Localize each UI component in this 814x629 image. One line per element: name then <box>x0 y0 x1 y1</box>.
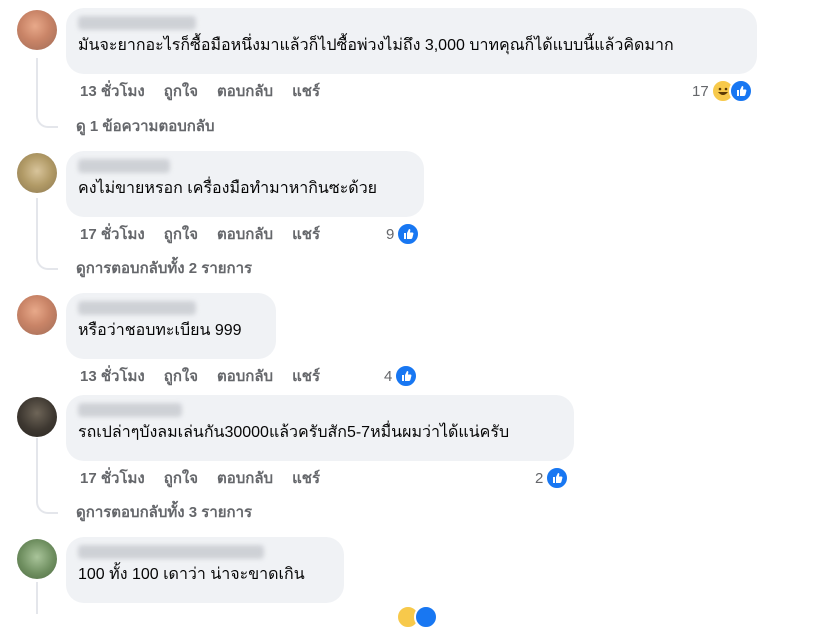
comment-actions: 13 ชั่วโมง ถูกใจ ตอบกลับ แชร์ <box>80 82 320 102</box>
share-button[interactable]: แชร์ <box>292 469 320 489</box>
share-button[interactable]: แชร์ <box>292 367 320 387</box>
reaction-summary[interactable] <box>396 605 438 629</box>
comment-bubble: 100 ทั้ง 100 เดาว่า น่าจะขาดเกิน <box>66 537 344 603</box>
comment-text: หรือว่าชอบทะเบียน 999 <box>78 322 242 339</box>
avatar[interactable] <box>17 397 57 437</box>
like-button[interactable]: ถูกใจ <box>164 225 198 245</box>
like-button[interactable]: ถูกใจ <box>164 82 198 102</box>
reply-button[interactable]: ตอบกลับ <box>217 225 273 245</box>
comment-actions: 17 ชั่วโมง ถูกใจ ตอบกลับ แชร์ <box>80 469 320 489</box>
thread-line <box>36 438 38 498</box>
comment-author-name[interactable] <box>78 403 182 417</box>
reply-button[interactable]: ตอบกลับ <box>217 469 273 489</box>
reaction-count: 4 <box>384 367 393 385</box>
reply-button[interactable]: ตอบกลับ <box>217 82 273 102</box>
comment-author-name[interactable] <box>78 545 264 559</box>
comment-actions: 13 ชั่วโมง ถูกใจ ตอบกลับ แชร์ <box>80 367 320 387</box>
avatar[interactable] <box>17 10 57 50</box>
like-icon <box>396 222 421 246</box>
comment-author-name[interactable] <box>78 16 196 30</box>
thread-line <box>36 198 38 254</box>
view-replies-link[interactable]: ดู 1 ข้อความตอบกลับ <box>76 117 215 137</box>
like-icon <box>394 364 419 388</box>
reaction-count: 2 <box>535 469 544 487</box>
share-button[interactable]: แชร์ <box>292 225 320 245</box>
comment-text: คงไม่ขายหรอก เครื่องมือทำมาหากินซะด้วย <box>78 180 378 197</box>
avatar[interactable] <box>17 153 57 193</box>
comment-text: มันจะยากอะไรก็ซื้อมือหนึ่งมาแล้วก็ไปซื้อ… <box>78 37 674 54</box>
comment-time[interactable]: 13 ชั่วโมง <box>80 82 145 102</box>
comment-actions: 17 ชั่วโมง ถูกใจ ตอบกลับ แชร์ <box>80 225 320 245</box>
reaction-count: 17 <box>692 82 709 100</box>
comment-time[interactable]: 17 ชั่วโมง <box>80 225 145 245</box>
comment-bubble: มันจะยากอะไรก็ซื้อมือหนึ่งมาแล้วก็ไปซื้อ… <box>66 8 757 74</box>
reaction-summary[interactable]: 2 <box>535 466 570 490</box>
thread-elbow <box>36 112 58 128</box>
reaction-count: 9 <box>386 225 395 243</box>
comment-text: รถเปล่าๆบังลมเล่นกัน30000แล้วครับสัก5-7ห… <box>78 424 510 441</box>
comment-text: 100 ทั้ง 100 เดาว่า น่าจะขาดเกิน <box>78 566 305 583</box>
comment-time[interactable]: 17 ชั่วโมง <box>80 469 145 489</box>
comment-time[interactable]: 13 ชั่วโมง <box>80 367 145 387</box>
reaction-summary[interactable]: 4 <box>384 364 419 388</box>
comment-bubble: คงไม่ขายหรอก เครื่องมือทำมาหากินซะด้วย <box>66 151 424 217</box>
avatar[interactable] <box>17 295 57 335</box>
like-button[interactable]: ถูกใจ <box>164 367 198 387</box>
share-button[interactable]: แชร์ <box>292 82 320 102</box>
view-replies-link[interactable]: ดูการตอบกลับทั้ง 2 รายการ <box>76 259 252 279</box>
like-icon <box>414 605 438 629</box>
like-icon <box>545 466 570 490</box>
thread-line <box>36 582 38 614</box>
thread-elbow <box>36 498 58 514</box>
thread-elbow <box>36 254 58 270</box>
comment-author-name[interactable] <box>78 301 196 315</box>
comment-bubble: รถเปล่าๆบังลมเล่นกัน30000แล้วครับสัก5-7ห… <box>66 395 574 461</box>
like-icon <box>728 79 753 103</box>
reply-button[interactable]: ตอบกลับ <box>217 367 273 387</box>
reaction-summary[interactable]: 9 <box>386 222 421 246</box>
thread-line <box>36 58 38 112</box>
view-replies-link[interactable]: ดูการตอบกลับทั้ง 3 รายการ <box>76 503 252 523</box>
comment-bubble: หรือว่าชอบทะเบียน 999 <box>66 293 276 359</box>
reaction-summary[interactable]: 17 <box>692 79 753 103</box>
comment-author-name[interactable] <box>78 159 170 173</box>
like-button[interactable]: ถูกใจ <box>164 469 198 489</box>
avatar[interactable] <box>17 539 57 579</box>
